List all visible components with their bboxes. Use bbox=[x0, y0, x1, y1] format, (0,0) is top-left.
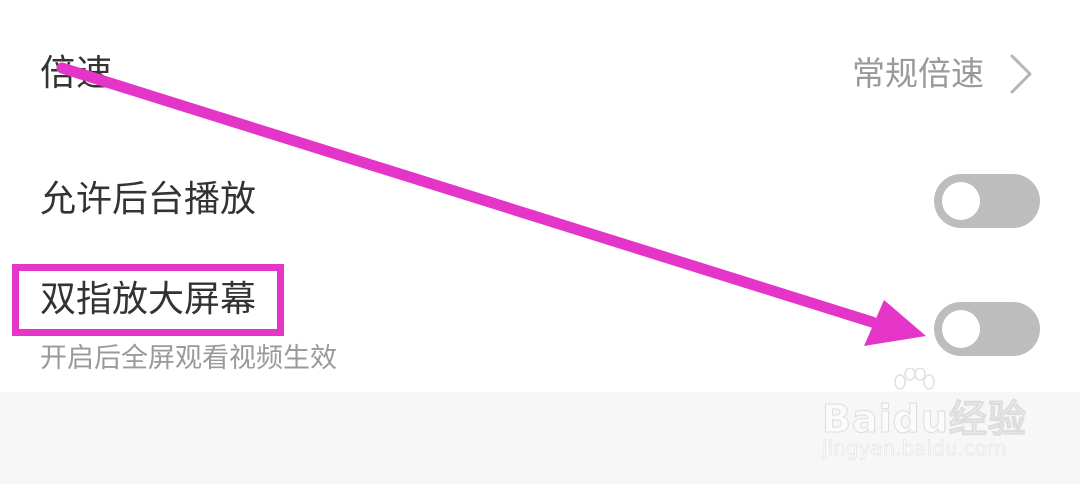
baidu-jingyan-watermark: Baidu经验 jingyan.baidu.com bbox=[822, 368, 1026, 464]
chevron-right-icon bbox=[1010, 54, 1032, 94]
background-play-label: 允许后台播放 bbox=[40, 179, 257, 220]
settings-screen: 倍速 常规倍速 允许后台播放 双指放大屏幕 开启后全屏观看视频生效 Baidu经… bbox=[0, 0, 1080, 484]
watermark-url: jingyan.baidu.com bbox=[822, 436, 1007, 461]
toggle-knob bbox=[942, 182, 980, 220]
background-play-toggle[interactable] bbox=[934, 174, 1040, 228]
toggle-knob bbox=[942, 310, 980, 348]
speed-label: 倍速 bbox=[40, 53, 113, 94]
annotation-highlight-box bbox=[12, 264, 284, 336]
pinch-zoom-toggle[interactable] bbox=[934, 302, 1040, 356]
setting-row-speed[interactable]: 倍速 常规倍速 bbox=[0, 48, 1080, 100]
speed-value: 常规倍速 bbox=[852, 54, 984, 93]
pinch-zoom-description: 开启后全屏观看视频生效 bbox=[40, 343, 337, 374]
setting-row-background-play: 允许后台播放 bbox=[0, 172, 1080, 228]
watermark-brand: Baidu经验 bbox=[822, 397, 1027, 442]
